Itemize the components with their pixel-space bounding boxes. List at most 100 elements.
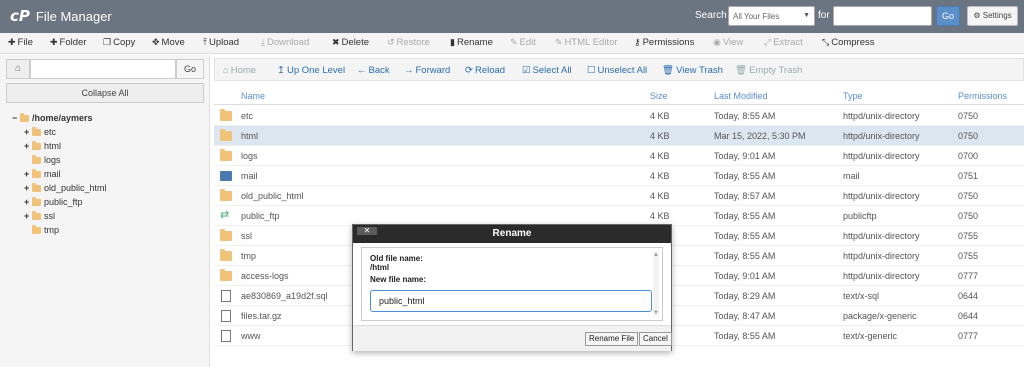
cell-name: www	[241, 331, 261, 341]
extract-button[interactable]: ⤢ Extract	[764, 37, 803, 48]
column-type[interactable]: Type	[843, 91, 863, 101]
cell-permissions: 0755	[958, 251, 979, 261]
search-go-button[interactable]: Go	[936, 6, 960, 26]
table-row[interactable]: mail 4 KB Today, 8:55 AM mail 0751	[214, 166, 1024, 186]
path-input[interactable]	[30, 59, 176, 79]
cell-last-modified: Today, 9:01 AM	[714, 151, 776, 161]
rename-button[interactable]: ▮ Rename	[450, 37, 493, 48]
expand-toggle[interactable]: +	[24, 127, 32, 137]
empty-trash-button[interactable]: 🗑 Empty Trash	[735, 65, 802, 76]
html-editor-button[interactable]: ✎ HTML Editor	[555, 37, 618, 48]
search-input[interactable]	[833, 6, 932, 26]
home-icon[interactable]: ⌂	[6, 59, 30, 79]
view-button[interactable]: ◉ View	[713, 37, 743, 48]
select-all-button[interactable]: ☑ Select All	[522, 65, 572, 76]
cell-type: httpd/unix-directory	[843, 191, 920, 201]
folder-icon	[220, 249, 232, 261]
view-trash-label: View Trash	[676, 65, 723, 76]
plus-icon: ✚	[8, 37, 16, 47]
copy-button[interactable]: ❐ Copy	[103, 37, 135, 48]
new-file-name-input[interactable]: public_html	[370, 290, 652, 312]
scroll-down-icon[interactable]: ▼	[653, 310, 659, 316]
reload-button[interactable]: ⟳ Reload	[465, 65, 505, 76]
folder-icon	[32, 154, 41, 164]
edit-button[interactable]: ✎ Edit	[510, 37, 536, 48]
folder-icon	[32, 196, 41, 206]
upload-label: Upload	[208, 37, 240, 48]
column-size[interactable]: Size	[650, 91, 668, 101]
cell-size: 4 KB	[650, 211, 670, 221]
tree-item-html[interactable]: + html	[24, 140, 61, 151]
delete-button[interactable]: ✖ Delete	[332, 37, 369, 48]
permissions-button[interactable]: ⚷ Permissions	[634, 37, 694, 48]
folder-icon	[220, 149, 232, 161]
download-button[interactable]: ⤓ Download	[261, 37, 309, 48]
tree-item-root[interactable]: − /home/aymers	[12, 112, 93, 123]
nav-home-button[interactable]: ⌂ Home	[223, 65, 256, 76]
expand-toggle[interactable]: +	[24, 197, 32, 207]
up-one-level-label: Up One Level	[286, 65, 346, 76]
folder-icon	[32, 126, 41, 136]
compress-button[interactable]: ⤡ Compress	[822, 37, 875, 48]
tree-item-public-ftp[interactable]: + public_ftp	[24, 196, 83, 207]
search-scope-select[interactable]: All Your Files ▼	[728, 6, 815, 26]
cancel-button[interactable]: Cancel	[639, 332, 672, 346]
cell-name: html	[241, 131, 259, 141]
folder-icon	[20, 112, 29, 122]
rename-dialog: Rename ✕ Old file name: /html New file n…	[352, 224, 672, 351]
expand-toggle[interactable]: +	[24, 141, 32, 151]
tree-item-mail[interactable]: + mail	[24, 168, 61, 179]
restore-button[interactable]: ↺ Restore	[387, 37, 430, 48]
table-row[interactable]: ⇄ public_ftp 4 KB Today, 8:55 AM publicftp 07…	[214, 206, 1024, 226]
new-file-button[interactable]: ✚ File	[8, 37, 33, 48]
compress-icon: ⤡	[822, 37, 830, 47]
column-name[interactable]: Name	[241, 91, 265, 101]
column-last-modified[interactable]: Last Modified	[714, 91, 768, 101]
download-label: Download	[266, 37, 310, 48]
settings-button[interactable]: ⚙ Settings	[967, 6, 1018, 26]
unselect-all-button[interactable]: ☐ Unselect All	[587, 65, 647, 76]
arrow-right-icon: →	[404, 65, 414, 76]
move-button[interactable]: ✥ Move	[152, 37, 185, 48]
folder-icon	[220, 229, 232, 241]
tree-item-tmp[interactable]: tmp	[24, 224, 59, 235]
scroll-up-icon[interactable]: ▲	[653, 252, 659, 258]
column-permissions[interactable]: Permissions	[958, 91, 1007, 101]
tree-item-label: ssl	[44, 211, 55, 221]
select-all-label: Select All	[532, 65, 572, 76]
table-row[interactable]: etc 4 KB Today, 8:55 AM httpd/unix-director…	[214, 106, 1024, 126]
rename-file-button[interactable]: Rename File	[585, 332, 639, 346]
dialog-scrollbar[interactable]: ▲ ▼	[653, 252, 659, 316]
table-row[interactable]: old_public_html 4 KB Today, 8:57 AM httpd/u…	[214, 186, 1024, 206]
expand-toggle[interactable]: +	[24, 183, 32, 193]
view-trash-button[interactable]: 🗑 View Trash	[662, 65, 723, 76]
table-row[interactable]: logs 4 KB Today, 9:01 AM httpd/unix-directo…	[214, 146, 1024, 166]
path-go-button[interactable]: Go	[176, 59, 204, 79]
new-folder-button[interactable]: ✚ Folder	[50, 37, 86, 48]
expand-toggle[interactable]: +	[24, 169, 32, 179]
cell-last-modified: Today, 8:55 AM	[714, 251, 776, 261]
link-file-icon	[221, 330, 231, 342]
collapse-toggle[interactable]: −	[12, 113, 20, 123]
upload-button[interactable]: ⤒ Upload	[203, 37, 239, 48]
reload-label: Reload	[474, 65, 506, 76]
table-row[interactable]: html 4 KB Mar 15, 2022, 5:30 PM httpd/unix-…	[214, 126, 1024, 146]
tree-item-etc[interactable]: + etc	[24, 126, 56, 137]
up-one-level-button[interactable]: ↥ Up One Level	[277, 65, 345, 76]
cell-last-modified: Today, 8:29 AM	[714, 291, 776, 301]
tree-item-ssl[interactable]: + ssl	[24, 210, 55, 221]
download-icon: ⤓	[261, 37, 265, 47]
expand-toggle[interactable]: +	[24, 211, 32, 221]
directory-tree-panel: ⌂ Go Collapse All − /home/aymers + etc +…	[0, 55, 210, 367]
app-logo[interactable]: cP File Manager	[10, 7, 112, 25]
cell-name: etc	[241, 111, 254, 121]
close-icon[interactable]: ✕	[357, 227, 377, 235]
collapse-all-button[interactable]: Collapse All	[6, 83, 204, 103]
forward-button[interactable]: → Forward	[404, 65, 450, 76]
tree-item-old-public-html[interactable]: + old_public_html	[24, 182, 107, 193]
back-button[interactable]: ← Back	[357, 65, 390, 76]
old-file-name-label: Old file name:	[370, 254, 423, 263]
cell-type: text/x-generic	[843, 331, 898, 341]
tree-item-logs[interactable]: logs	[24, 154, 61, 165]
cell-permissions: 0777	[958, 271, 979, 281]
